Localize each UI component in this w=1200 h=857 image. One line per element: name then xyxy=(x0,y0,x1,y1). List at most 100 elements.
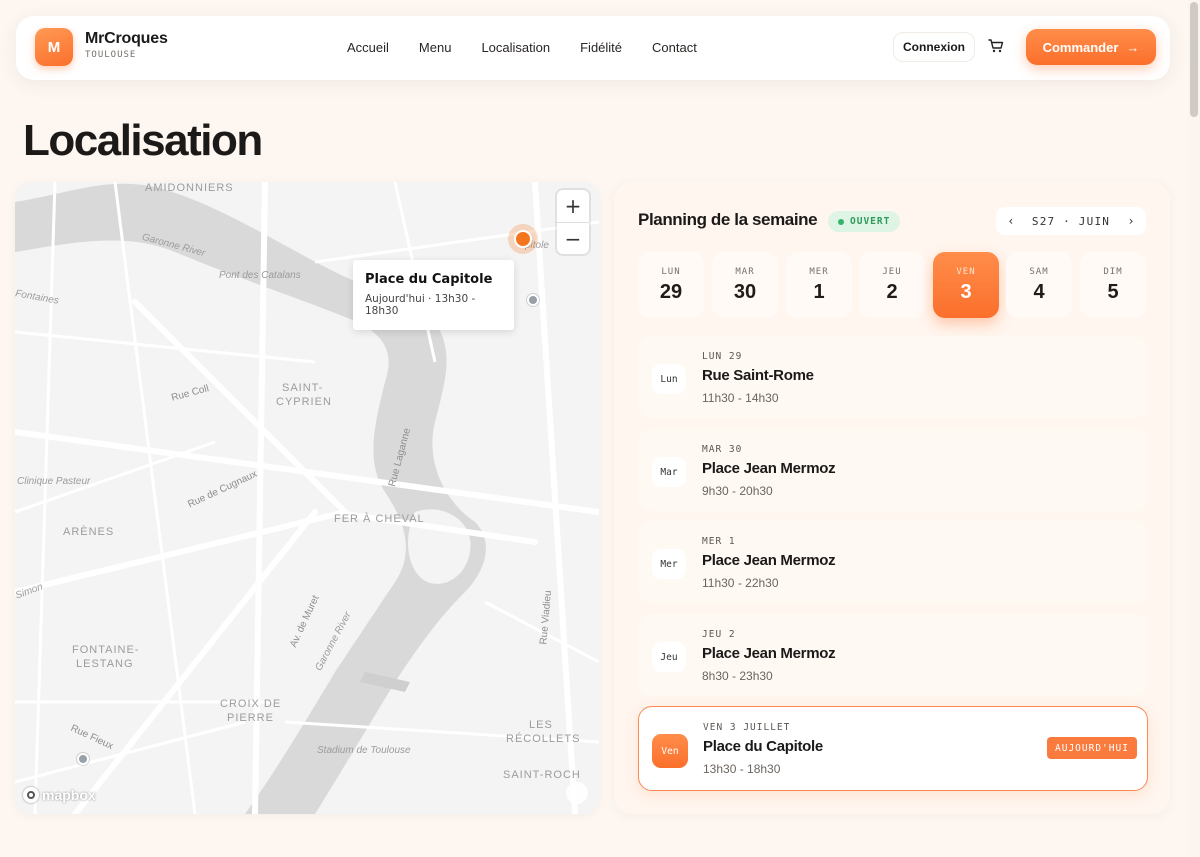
scrollbar-thumb[interactable] xyxy=(1190,2,1198,117)
map-label-recollets-1: LES xyxy=(529,719,553,731)
map-popup: Place du Capitole Aujourd'hui · 13h30 - … xyxy=(353,260,514,330)
map-label-croix-pierre-2: PIERRE xyxy=(227,712,274,724)
map-label-saint-cyprien-1: SAINT- xyxy=(282,382,324,394)
slot-hours: 13h30 - 18h30 xyxy=(703,762,781,776)
planning-title: Planning de la semaine xyxy=(638,210,818,229)
slot-date: VEN 3 JUILLET xyxy=(703,722,791,733)
schedule-slot[interactable]: Lun LUN 29 Rue Saint-Rome 11h30 - 14h30 xyxy=(638,336,1148,418)
slot-day-badge: Mer xyxy=(652,549,686,579)
chevron-right-icon[interactable]: › xyxy=(1124,214,1138,228)
day-name: SAM xyxy=(1029,266,1049,277)
day-name: MAR xyxy=(735,266,755,277)
slot-hours: 11h30 - 22h30 xyxy=(702,576,779,590)
map-marker-active[interactable] xyxy=(514,230,532,248)
zoom-in-button[interactable]: + xyxy=(557,190,589,222)
day-number: 3 xyxy=(960,280,972,303)
map-label-saint-roch: SAINT-ROCH xyxy=(503,769,581,781)
map-label-fontaine-lestang-1: FONTAINE- xyxy=(72,644,140,656)
day-selector: LUN 29 MAR 30 MER 1 JEU 2 VEN 3 SAM 4 DI… xyxy=(638,252,1150,318)
nav-link-contact[interactable]: Contact xyxy=(652,40,697,55)
slot-day-badge: Ven xyxy=(652,734,688,768)
map-label-fer-a-cheval: FER À CHEVAL xyxy=(334,513,425,525)
mapbox-logo[interactable]: mapbox xyxy=(23,787,96,803)
brand-city: TOULOUSE xyxy=(85,50,137,60)
map[interactable]: AMIDONNIERS Garonne River Pont des Catal… xyxy=(15,182,599,814)
slot-day-badge: Jeu xyxy=(652,642,686,672)
slot-date: MER 1 xyxy=(702,536,736,547)
map-label-croix-pierre-1: CROIX DE xyxy=(220,698,282,710)
attribution-info-button[interactable] xyxy=(566,782,588,804)
slot-place: Rue Saint-Rome xyxy=(702,367,814,384)
day-jeu[interactable]: JEU 2 xyxy=(859,252,925,318)
day-number: 5 xyxy=(1107,280,1119,303)
map-label-arenes: ARÈNES xyxy=(63,526,115,538)
day-dim[interactable]: DIM 5 xyxy=(1080,252,1146,318)
planning-panel: Planning de la semaine OUVERT ‹ S27 · JU… xyxy=(614,182,1170,814)
slot-date: MAR 30 xyxy=(702,444,743,455)
schedule-slot-today[interactable]: Ven VEN 3 JUILLET Place du Capitole 13h3… xyxy=(638,706,1148,791)
map-label-fontaine-lestang-2: LESTANG xyxy=(76,658,134,670)
slot-day-badge: Mar xyxy=(652,457,686,487)
page-scrollbar[interactable] xyxy=(1188,0,1200,857)
order-button-label: Commander xyxy=(1042,39,1119,55)
zoom-out-button[interactable]: − xyxy=(557,222,589,254)
slot-day-badge: Lun xyxy=(652,364,686,394)
popup-title: Place du Capitole xyxy=(365,272,493,287)
slot-hours: 8h30 - 23h30 xyxy=(702,669,773,683)
map-label-stadium: Stadium de Toulouse xyxy=(317,745,411,756)
slot-place: Place Jean Mermoz xyxy=(702,460,836,477)
day-number: 2 xyxy=(886,280,898,303)
day-number: 4 xyxy=(1033,280,1045,303)
mapbox-icon xyxy=(23,787,39,803)
brand[interactable]: MrCroques TOULOUSE xyxy=(85,30,168,60)
day-name: MER xyxy=(809,266,829,277)
slot-date: JEU 2 xyxy=(702,629,736,640)
status-badge: OUVERT xyxy=(828,211,901,232)
login-button[interactable]: Connexion xyxy=(893,32,975,62)
nav-link-menu[interactable]: Menu xyxy=(419,40,452,55)
day-mer[interactable]: MER 1 xyxy=(786,252,852,318)
map-marker[interactable] xyxy=(527,294,539,306)
day-lun[interactable]: LUN 29 xyxy=(638,252,704,318)
popup-subtitle: Aujourd'hui · 13h30 - 18h30 xyxy=(365,293,476,317)
day-name: VEN xyxy=(956,266,976,277)
mapbox-wordmark: mapbox xyxy=(42,787,96,803)
day-name: JEU xyxy=(882,266,902,277)
day-name: LUN xyxy=(661,266,681,277)
map-label-pont-catalans: Pont des Catalans xyxy=(219,270,301,281)
slot-hours: 9h30 - 20h30 xyxy=(702,484,773,498)
map-label-clinique-pasteur: Clinique Pasteur xyxy=(17,476,91,487)
nav-link-fidelite[interactable]: Fidélité xyxy=(580,40,622,55)
nav-link-localisation[interactable]: Localisation xyxy=(481,40,550,55)
cart-button[interactable] xyxy=(988,38,1010,58)
schedule-slot[interactable]: Jeu JEU 2 Place Jean Mermoz 8h30 - 23h30 xyxy=(638,614,1148,696)
slot-place: Place du Capitole xyxy=(703,738,823,755)
day-number: 30 xyxy=(733,280,757,303)
day-name: DIM xyxy=(1103,266,1123,277)
cart-icon xyxy=(988,39,1004,53)
page-title: Localisation xyxy=(23,116,263,165)
slot-place: Place Jean Mermoz xyxy=(702,645,836,662)
chevron-left-icon[interactable]: ‹ xyxy=(1004,214,1018,228)
today-badge: AUJOURD'HUI xyxy=(1047,737,1137,759)
nav-link-accueil[interactable]: Accueil xyxy=(347,40,389,55)
map-label-saint-cyprien-2: CYPRIEN xyxy=(276,396,332,408)
logo-badge[interactable]: M xyxy=(35,28,73,66)
map-marker[interactable] xyxy=(77,753,89,765)
slot-date: LUN 29 xyxy=(702,351,743,362)
map-label-recollets-2: RÉCOLLETS xyxy=(506,733,581,745)
brand-name: MrCroques xyxy=(85,30,168,47)
day-ven[interactable]: VEN 3 xyxy=(933,252,999,318)
arrow-right-icon: → xyxy=(1126,39,1140,55)
schedule-slot[interactable]: Mar MAR 30 Place Jean Mermoz 9h30 - 20h3… xyxy=(638,429,1148,511)
order-button[interactable]: Commander → xyxy=(1026,29,1156,65)
main-nav: Accueil Menu Localisation Fidélité Conta… xyxy=(347,40,727,55)
map-label-amidonniers: AMIDONNIERS xyxy=(145,182,234,194)
top-navbar: M MrCroques TOULOUSE Accueil Menu Locali… xyxy=(16,16,1170,80)
day-mar[interactable]: MAR 30 xyxy=(712,252,778,318)
slot-hours: 11h30 - 14h30 xyxy=(702,391,779,405)
schedule-slot[interactable]: Mer MER 1 Place Jean Mermoz 11h30 - 22h3… xyxy=(638,521,1148,603)
zoom-control: + − xyxy=(557,190,589,254)
day-number: 29 xyxy=(659,280,683,303)
day-sam[interactable]: SAM 4 xyxy=(1006,252,1072,318)
